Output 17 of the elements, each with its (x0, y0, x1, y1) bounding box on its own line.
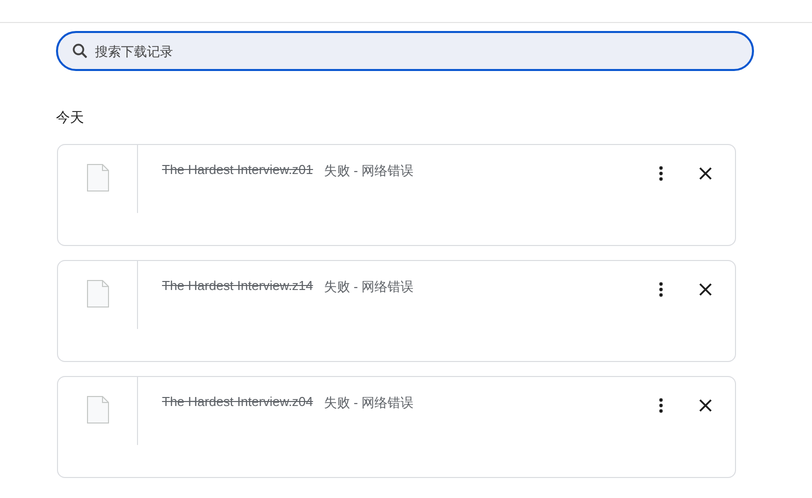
file-name: The Hardest Interview.z01 (162, 162, 314, 179)
more-icon (659, 282, 663, 296)
status-text: 失败 - 网络错误 (324, 394, 414, 412)
search-field[interactable]: 搜索下载记录 (56, 31, 754, 71)
file-icon (86, 396, 108, 424)
more-icon (659, 398, 663, 412)
close-icon (698, 282, 712, 296)
close-icon (698, 166, 712, 180)
file-name: The Hardest Interview.z04 (162, 394, 314, 411)
more-icon (659, 166, 663, 180)
file-icon (86, 164, 108, 192)
section-heading: 今天 (56, 109, 84, 127)
status-text: 失败 - 网络错误 (324, 278, 414, 296)
status-text: 失败 - 网络错误 (324, 162, 414, 180)
file-name: The Hardest Interview.z14 (162, 278, 314, 295)
close-icon (698, 398, 712, 412)
file-icon (86, 280, 108, 308)
